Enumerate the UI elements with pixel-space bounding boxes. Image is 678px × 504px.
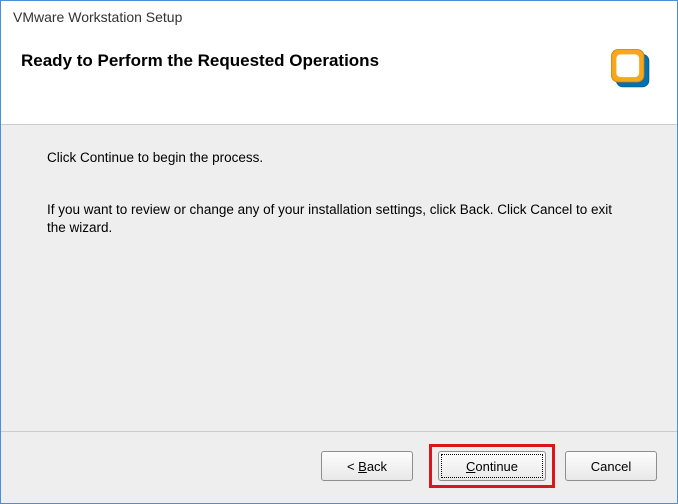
wizard-content: Click Continue to begin the process. If … bbox=[1, 124, 677, 432]
continue-rest: ontinue bbox=[475, 459, 518, 474]
continue-button[interactable]: Continue bbox=[438, 451, 546, 481]
page-title: Ready to Perform the Requested Operation… bbox=[21, 43, 379, 71]
instruction-text-1: Click Continue to begin the process. bbox=[47, 149, 631, 167]
continue-accel: C bbox=[466, 459, 475, 474]
cancel-button[interactable]: Cancel bbox=[565, 451, 657, 481]
wizard-header: Ready to Perform the Requested Operation… bbox=[1, 29, 677, 124]
back-rest: ack bbox=[367, 459, 387, 474]
continue-highlight: Continue bbox=[429, 444, 555, 488]
back-accel: B bbox=[358, 459, 367, 474]
wizard-footer: < Back Continue Cancel bbox=[1, 432, 677, 503]
instruction-text-2: If you want to review or change any of y… bbox=[47, 201, 631, 237]
vmware-logo-icon bbox=[605, 43, 657, 95]
installer-window: VMware Workstation Setup Ready to Perfor… bbox=[0, 0, 678, 504]
window-title: VMware Workstation Setup bbox=[1, 1, 677, 29]
back-prefix: < bbox=[347, 459, 358, 474]
back-button[interactable]: < Back bbox=[321, 451, 413, 481]
